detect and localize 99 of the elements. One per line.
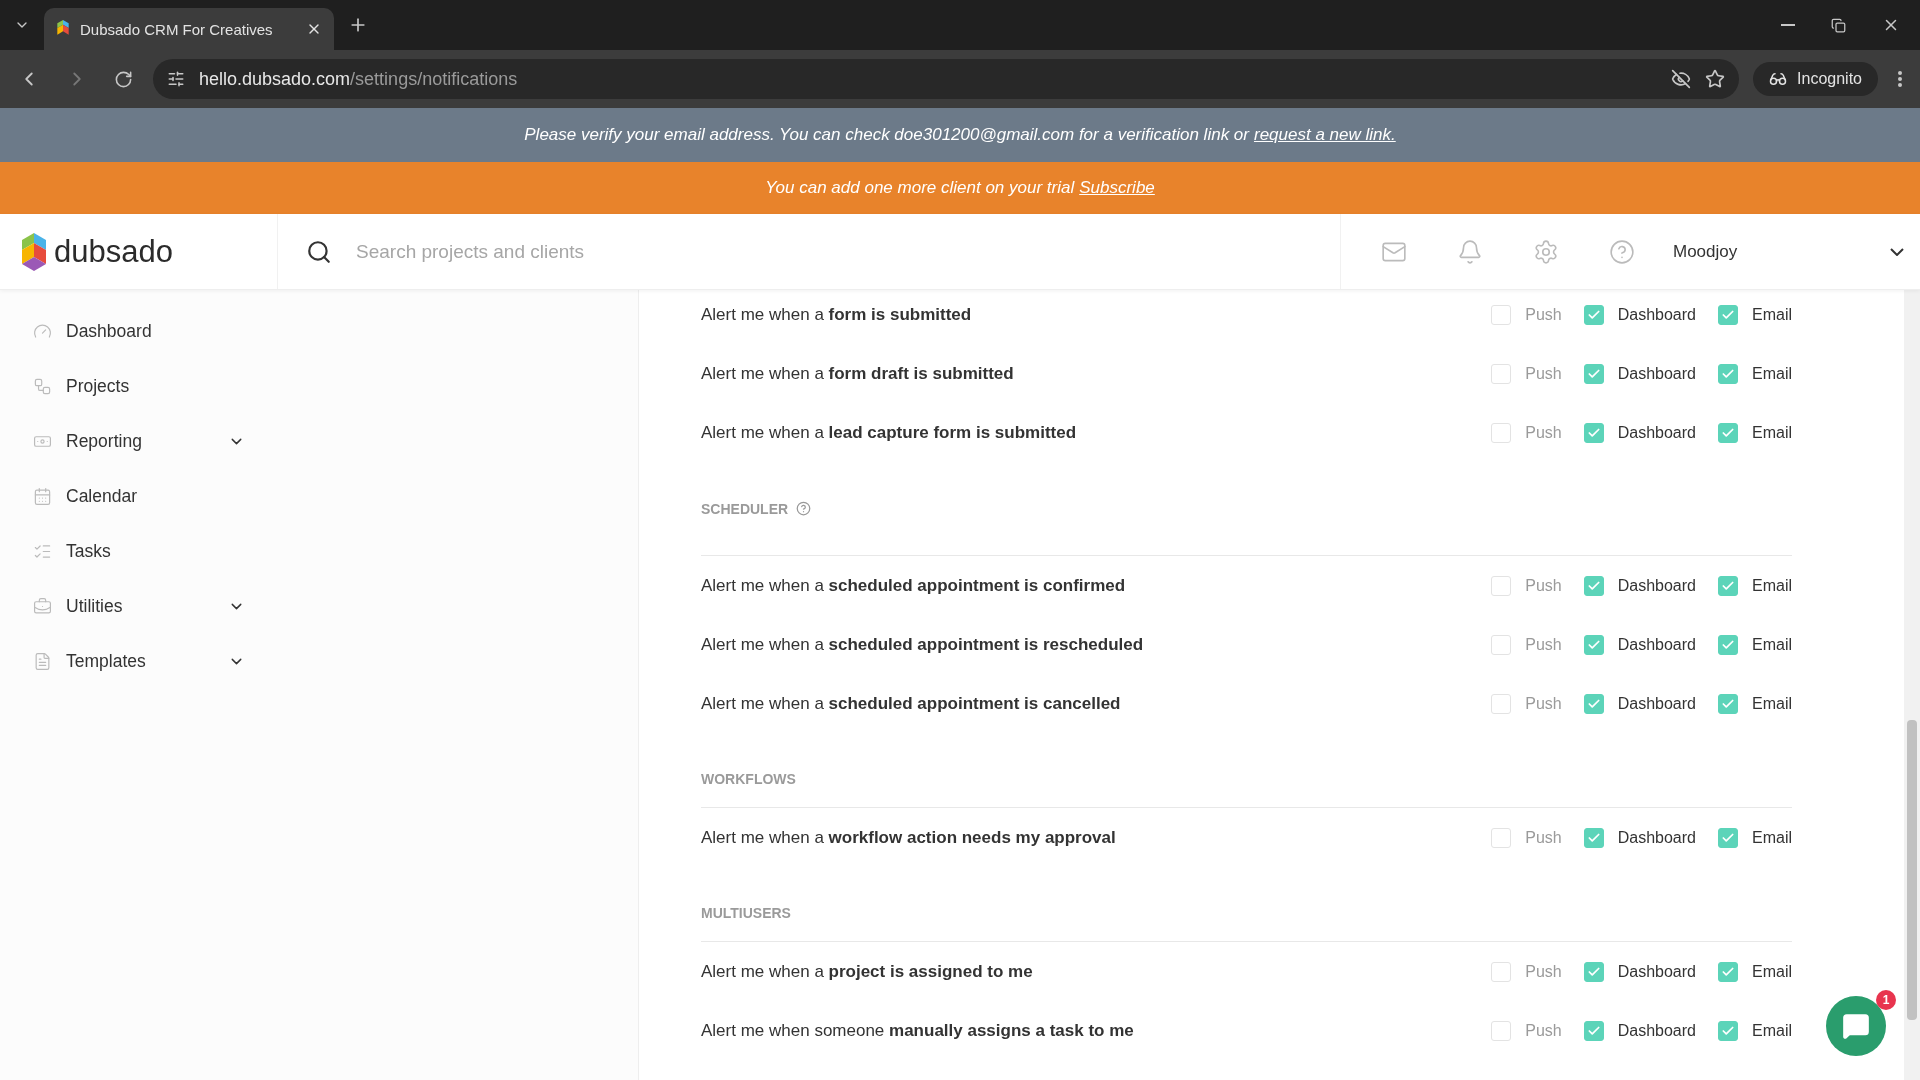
settings-icon[interactable] (1533, 238, 1559, 265)
request-link[interactable]: request a new link. (1253, 125, 1396, 145)
checklist-icon (33, 542, 52, 561)
option-label: Push (1525, 305, 1562, 324)
checkbox[interactable] (1583, 827, 1604, 848)
sidebar-item[interactable]: Reporting (0, 414, 245, 469)
option-label: Email (1752, 962, 1792, 981)
help-icon[interactable] (1609, 238, 1635, 265)
option-label: Push (1525, 828, 1562, 847)
option-label: Dashboard (1617, 828, 1696, 847)
option-label: Dashboard (1617, 305, 1696, 324)
checkbox[interactable] (1583, 304, 1604, 325)
chevron-icon (1890, 247, 1904, 256)
notification-badge: 1 (1876, 990, 1896, 1010)
notification-label: Alert me when a lead capture form is submitted (701, 422, 1078, 443)
bookmark-star-icon[interactable] (1705, 69, 1726, 89)
option-label: Push (1525, 423, 1562, 442)
option-label: Push (1525, 1021, 1562, 1040)
sidebar-item[interactable]: Utilities (0, 579, 245, 634)
checkbox[interactable] (1718, 961, 1738, 982)
logo-text[interactable]: dubsado (54, 233, 173, 270)
section-title: WORKFLOWS (701, 770, 796, 787)
checkbox[interactable] (1718, 363, 1738, 384)
checkbox[interactable] (1718, 575, 1738, 596)
checkbox[interactable] (1583, 575, 1604, 596)
glasses-icon (1769, 70, 1788, 88)
incognito-button[interactable]: Incognito (1753, 62, 1878, 96)
checkbox[interactable] (1718, 693, 1738, 714)
notification-label: Alert me when someone manually assigns a task to me (701, 1020, 1135, 1041)
url-text: hello.dubsado.com/settings/notifications (199, 68, 519, 90)
document-icon (33, 652, 52, 671)
bell-icon[interactable] (1457, 238, 1483, 265)
option-label: Email (1752, 828, 1792, 847)
option-label: Email (1752, 423, 1792, 442)
reload-icon (114, 69, 133, 89)
site-settings-icon[interactable] (167, 70, 185, 88)
option-label: Push (1525, 962, 1562, 981)
checkbox[interactable] (1718, 634, 1738, 655)
section-title: MULTIUSERS (701, 904, 791, 921)
option-label: Push (1525, 694, 1562, 713)
menu-icon (1898, 71, 1902, 87)
trial-message: You can add one more client on your trial (765, 178, 1075, 198)
address-bar[interactable]: hello.dubsado.com/settings/notifications (153, 59, 1740, 99)
option-label: Push (1525, 576, 1562, 595)
checkbox[interactable] (1583, 363, 1604, 384)
minimize-icon (1781, 24, 1795, 26)
notification-label: Alert me when a workflow action needs my approval (701, 827, 1117, 848)
checkbox[interactable] (1718, 304, 1738, 325)
option-label: Email (1752, 364, 1792, 383)
checkbox[interactable] (1583, 422, 1604, 443)
notification-label: Alert me when a project is assigned to me (701, 961, 1034, 982)
checkbox[interactable] (1718, 422, 1738, 443)
logo-icon (22, 232, 46, 271)
notification-label: Alert me when a scheduled appointment is confirmed (701, 575, 1127, 596)
option-label: Dashboard (1617, 576, 1696, 595)
option-label: Dashboard (1617, 635, 1696, 654)
sidebar-item[interactable]: Projects (0, 359, 245, 414)
sidebar-item[interactable]: Tasks (0, 524, 245, 579)
verify-email-message: Please verify your email address. You can check doe301200@gmail.com for a verification link or (524, 125, 1249, 145)
option-label: Dashboard (1617, 962, 1696, 981)
search-icon (306, 238, 332, 265)
option-label: Email (1752, 1021, 1792, 1040)
section-title: SCHEDULER (701, 500, 789, 517)
checkbox[interactable] (1583, 961, 1604, 982)
option-label: Dashboard (1617, 364, 1696, 383)
browser-tab[interactable]: Dubsado CRM For Creatives (44, 8, 334, 50)
help-icon[interactable] (796, 501, 812, 516)
user-menu[interactable]: Moodjoy (1673, 241, 1920, 262)
option-label: Push (1525, 364, 1562, 383)
checkbox[interactable] (1583, 693, 1604, 714)
tab-title: Dubsado CRM For Creatives (80, 20, 274, 38)
flowchart-icon (33, 377, 52, 396)
chat-bubble-icon (1842, 1012, 1870, 1040)
sidebar-item[interactable]: Templates (0, 634, 245, 689)
gauge-icon (33, 322, 52, 341)
option-label: Push (1525, 635, 1562, 654)
toolbox-icon (33, 597, 52, 616)
notification-label: Alert me when a scheduled appointment is rescheduled (701, 634, 1145, 655)
option-label: Email (1752, 635, 1792, 654)
notification-label: Alert me when a form draft is submitted (701, 363, 1015, 384)
checkbox[interactable] (1718, 827, 1738, 848)
scrollbar[interactable] (1904, 290, 1920, 1080)
checkbox[interactable] (1718, 1020, 1738, 1041)
option-label: Dashboard (1617, 1021, 1696, 1040)
favicon-icon (56, 20, 70, 38)
sidebar-item[interactable]: Dashboard (0, 304, 245, 359)
sidebar-item[interactable]: Calendar (0, 469, 245, 524)
option-label: Email (1752, 694, 1792, 713)
restore-icon (1831, 17, 1846, 33)
option-label: Dashboard (1617, 694, 1696, 713)
notification-label: Alert me when a scheduled appointment is cancelled (701, 693, 1122, 714)
checkbox[interactable] (1583, 634, 1604, 655)
calendar-icon (33, 487, 52, 506)
option-label: Email (1752, 305, 1792, 324)
checkbox[interactable] (1583, 1020, 1604, 1041)
notification-label: Alert me when a form is submitted (701, 304, 973, 325)
eye-off-icon[interactable] (1671, 69, 1692, 89)
option-label: Dashboard (1617, 423, 1696, 442)
option-label: Email (1752, 576, 1792, 595)
